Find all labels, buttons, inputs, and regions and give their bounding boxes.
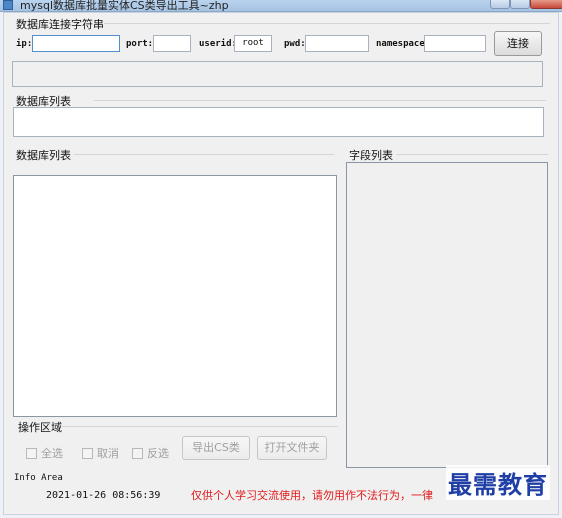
namespace-label: namespace: — [376, 39, 431, 49]
ip-label: ip: — [16, 39, 33, 49]
cancel-checkbox[interactable]: 取消 — [82, 445, 119, 461]
userid-label: userid: — [199, 39, 237, 49]
field-list-label: 字段列表 — [349, 149, 393, 162]
namespace-input[interactable] — [424, 35, 486, 52]
port-input[interactable] — [153, 35, 191, 52]
export-cs-button[interactable]: 导出CS类 — [182, 436, 250, 460]
maximize-button[interactable] — [510, 0, 530, 9]
database-list-top-border — [94, 100, 546, 101]
connect-button[interactable]: 连接 — [494, 31, 542, 56]
userid-input[interactable]: root — [234, 35, 272, 52]
watermark-logo: 最需教育 — [446, 465, 550, 500]
database-list-box[interactable] — [13, 175, 337, 417]
info-notice: 仅供个人学习交流使用，请勿用作不法行为，一律 — [191, 489, 433, 502]
database-list-top-box[interactable] — [13, 107, 544, 137]
connection-status-bar — [12, 61, 543, 87]
select-all-label: 全选 — [41, 447, 63, 460]
connection-group-border — [104, 23, 550, 24]
database-list-border — [74, 154, 334, 155]
pwd-input[interactable] — [305, 35, 369, 52]
invert-checkbox[interactable]: 反选 — [132, 445, 169, 461]
open-folder-button[interactable]: 打开文件夹 — [257, 436, 327, 460]
cancel-label: 取消 — [97, 447, 119, 460]
cancel-box[interactable] — [82, 447, 93, 459]
invert-box[interactable] — [132, 447, 143, 459]
pwd-label: pwd: — [284, 39, 306, 49]
operations-border — [62, 426, 338, 427]
close-button[interactable] — [530, 0, 562, 9]
connection-group-label: 数据库连接字符串 — [16, 18, 104, 31]
port-label: port: — [126, 39, 154, 49]
select-all-checkbox[interactable]: 全选 — [26, 445, 63, 461]
title-bar: mysql数据库批量实体CS类导出工具~zhp — [0, 0, 562, 12]
select-all-box[interactable] — [26, 447, 37, 459]
info-timestamp: 2021-01-26 08:56:39 — [46, 490, 161, 501]
info-area-label: Info Area — [14, 473, 63, 483]
field-list-box[interactable] — [346, 162, 548, 468]
main-window: 数据库连接字符串 ip: port: userid: root pwd: nam… — [3, 12, 559, 515]
operations-label: 操作区域 — [18, 421, 62, 434]
ip-input[interactable] — [32, 35, 120, 52]
database-list-label: 数据库列表 — [16, 149, 71, 162]
app-icon — [3, 0, 13, 10]
invert-label: 反选 — [147, 447, 169, 460]
minimize-button[interactable] — [490, 0, 510, 9]
field-list-border — [396, 154, 548, 155]
